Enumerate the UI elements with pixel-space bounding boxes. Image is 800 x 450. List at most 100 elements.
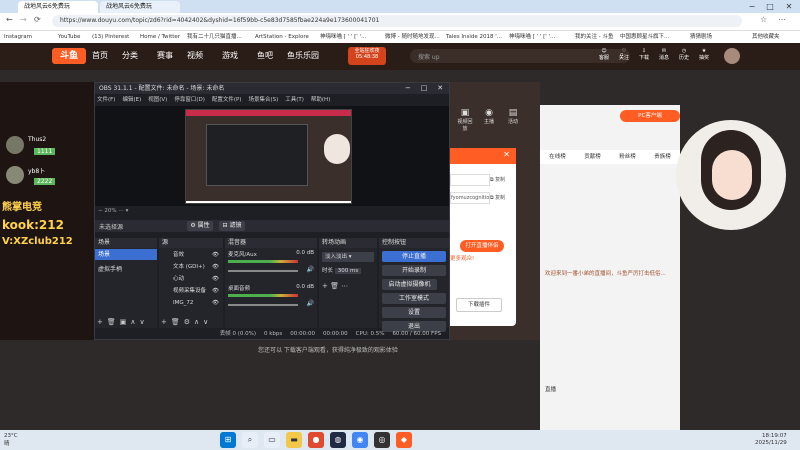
transition-select[interactable]: 淡入淡出 ▾ — [322, 252, 374, 262]
anchor-icon[interactable]: ◉ 主播 — [480, 108, 498, 130]
file-explorer-icon[interactable]: ▬ — [286, 432, 302, 448]
menu-docks[interactable]: 停靠窗口(D) — [174, 95, 205, 105]
open-assistant-button[interactable]: 打开直播伴侣 — [460, 240, 504, 252]
follow-icon[interactable]: ♡ 关注 — [614, 48, 634, 68]
bookmark[interactable]: YouTube — [58, 31, 80, 43]
nav-video[interactable]: 视频 — [187, 49, 203, 63]
source-item[interactable]: IMG_72 👁 — [159, 298, 223, 308]
eye-icon[interactable]: 👁 — [212, 274, 219, 284]
menu-file[interactable]: 文件(F) — [97, 95, 115, 105]
chrome-icon[interactable]: ◉ — [352, 432, 368, 448]
bookmark[interactable]: ArtStation - Explore — [255, 31, 309, 43]
weather-widget[interactable]: 23°C 晴 — [4, 432, 18, 448]
activity-icon[interactable]: ▤ 活动 — [504, 108, 522, 130]
avatar[interactable] — [724, 48, 740, 64]
message-icon[interactable]: ✉ 消息 — [654, 48, 674, 68]
input-field[interactable] — [450, 174, 490, 186]
nav-fun[interactable]: 鱼乐乐园 — [287, 49, 319, 63]
browser-tab[interactable]: 战地风云6免费玩 — [100, 1, 180, 13]
start-virtual-camera-button[interactable]: 启动虚拟摄像机 — [382, 279, 437, 290]
clock[interactable]: 18:19:07 2025/11/29 — [755, 433, 787, 447]
bookmark[interactable]: 我有二十几只猫直播... — [187, 31, 242, 43]
minimize-icon[interactable]: − — [743, 0, 761, 13]
volume-slider[interactable] — [228, 270, 298, 272]
bookmark[interactable]: Home / Twitter — [140, 31, 180, 43]
eye-icon[interactable]: 👁 — [212, 298, 219, 308]
zoom-level[interactable]: − 20% ⋯ ▾ — [98, 208, 128, 214]
eye-icon[interactable]: 👁 — [212, 250, 219, 260]
menu-profile[interactable]: 配置文件(P) — [212, 95, 242, 105]
source-item[interactable]: 文本 (GDI+) 👁 — [159, 262, 223, 272]
bookmark[interactable]: 我的关注 - 斗鱼 — [575, 31, 613, 43]
source-item[interactable]: 音效 👁 — [159, 250, 223, 260]
obs-preview-canvas[interactable] — [185, 109, 352, 204]
bookmark[interactable]: Tales Inside 2018 '... — [446, 31, 502, 43]
input-field[interactable]: fyomuzcognition — [450, 192, 490, 204]
menu-help[interactable]: 帮助(H) — [311, 95, 330, 105]
lottery-icon[interactable]: ★ 抽奖 — [694, 48, 714, 68]
obs-icon[interactable]: ◎ — [374, 432, 390, 448]
nav-fishbar[interactable]: 鱼吧 — [257, 49, 273, 63]
bookmark[interactable]: 微博 - 随时随地发现... — [385, 31, 440, 43]
nav-home[interactable]: 首页 — [92, 49, 108, 63]
bookmark[interactable]: 神嗨咪喵 [ ' ' [' '... — [509, 31, 555, 43]
back-icon[interactable]: ← — [6, 15, 13, 24]
download-plugin-button[interactable]: 下载插件 — [456, 298, 502, 312]
maximize-icon[interactable]: □ — [421, 83, 428, 94]
copy-button[interactable]: ⧉ 复制 — [490, 194, 505, 201]
speaker-icon[interactable]: 🔊 — [307, 300, 314, 307]
app-icon[interactable]: ● — [308, 432, 324, 448]
source-item[interactable]: 心动 👁 — [159, 274, 223, 284]
bookmark[interactable]: 中国惠顾星斗旗下... — [620, 31, 669, 43]
replay-icon[interactable]: ▣ 视频回放 — [456, 108, 474, 132]
copy-button[interactable]: ⧉ 复制 — [490, 176, 505, 183]
menu-edit[interactable]: 编辑(E) — [122, 95, 141, 105]
transition-toolbar[interactable]: + 🗑 ⋯ — [322, 282, 374, 290]
steam-icon[interactable]: ◍ — [330, 432, 346, 448]
douyu-logo[interactable]: 斗鱼 — [52, 48, 86, 64]
scene-toolbar[interactable]: +🗑▣∧∨ — [97, 318, 149, 326]
browser-tab[interactable]: 战地风云6免费玩 — [18, 1, 98, 13]
stop-streaming-button[interactable]: 停止直播 — [382, 251, 446, 262]
scene-item[interactable]: 虚拟手柄 — [95, 264, 157, 275]
bookmark[interactable]: (13) Pinterest — [92, 31, 129, 43]
source-toolbar[interactable]: +🗑⚙∧∨ — [161, 318, 212, 326]
menu-scene-collection[interactable]: 场景集合(S) — [248, 95, 278, 105]
minimize-icon[interactable]: − — [405, 83, 411, 94]
menu-view[interactable]: 视图(V) — [148, 95, 167, 105]
nav-category[interactable]: 分类 — [122, 49, 138, 63]
source-item[interactable]: 视频采集设备 👁 — [159, 286, 223, 296]
start-recording-button[interactable]: 开始录制 — [382, 265, 446, 276]
reload-icon[interactable]: ⟳ — [34, 15, 41, 24]
filters-button[interactable]: ⊟ 滤镜 — [219, 221, 245, 231]
forward-icon[interactable]: → — [20, 15, 27, 24]
tab-nobles[interactable]: 贵族榜 — [645, 150, 680, 164]
scene-item[interactable]: 场景 — [95, 249, 157, 260]
bookmark[interactable]: 猜猜剧场 — [690, 31, 712, 43]
menu-icon[interactable]: ⋯ — [778, 15, 786, 24]
bookmark[interactable]: Instagram — [4, 31, 32, 43]
promo-banner[interactable]: 全站狂欢夜 05:48:38 — [348, 47, 386, 65]
studio-mode-button[interactable]: 工作室模式 — [382, 293, 446, 304]
settings-button[interactable]: 设置 — [382, 307, 446, 318]
bookmark[interactable]: 神嗨咪喵 [ ' ' [' '... — [320, 31, 366, 43]
douyu-icon[interactable]: ◆ — [396, 432, 412, 448]
tab-contribution[interactable]: 贡献榜 — [575, 150, 610, 164]
service-icon[interactable]: ☺ 客服 — [594, 48, 614, 68]
properties-button[interactable]: ⚙ 属性 — [187, 221, 213, 231]
pc-client-button[interactable]: PC客户端 — [620, 110, 680, 122]
close-icon[interactable]: ✕ — [437, 83, 443, 94]
start-icon[interactable]: ⊞ — [220, 432, 236, 448]
url-input[interactable]: https://www.douyu.com/topic/zd6?rid=4042… — [52, 15, 742, 27]
bookmark[interactable]: 其他收藏夹 — [752, 31, 780, 43]
tab-online[interactable]: 在线榜 — [540, 150, 575, 164]
volume-slider[interactable] — [228, 304, 298, 306]
speaker-icon[interactable]: 🔊 — [307, 266, 314, 273]
star-icon[interactable]: ☆ — [760, 15, 767, 24]
nav-games[interactable]: 游戏 — [222, 49, 238, 63]
history-icon[interactable]: ◷ 历史 — [674, 48, 694, 68]
nav-events[interactable]: 赛事 — [157, 49, 173, 63]
task-view-icon[interactable]: ▭ — [264, 432, 280, 448]
download-icon[interactable]: ⇩ 下载 — [634, 48, 654, 68]
eye-icon[interactable]: 👁 — [212, 262, 219, 272]
